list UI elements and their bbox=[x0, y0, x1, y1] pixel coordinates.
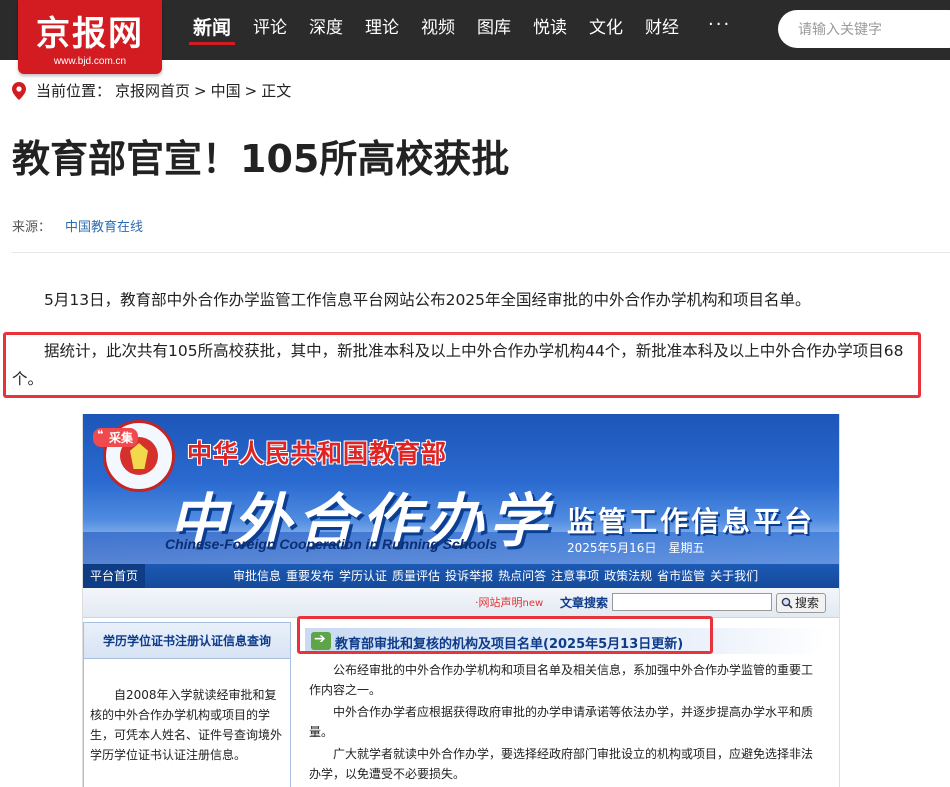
menu-item[interactable]: 重要发布 bbox=[286, 564, 334, 588]
nav-item-theory[interactable]: 理论 bbox=[365, 0, 399, 60]
menu-item[interactable]: 投诉举报 bbox=[445, 564, 493, 588]
logo-url: www.bjd.com.cn bbox=[53, 56, 127, 67]
breadcrumb-china-link[interactable]: 中国 bbox=[211, 80, 241, 101]
body-paragraph: 公布经审批的中外合作办学机构和项目名单及相关信息，系加强中外合作办学监管的重要工… bbox=[309, 663, 814, 697]
nav-more-icon[interactable]: ··· bbox=[708, 0, 731, 60]
menu-item[interactable]: 学历认证 bbox=[339, 564, 387, 588]
menu-item[interactable]: 热点问答 bbox=[498, 564, 546, 588]
nav-item-gallery[interactable]: 图库 bbox=[477, 0, 511, 60]
location-pin-icon bbox=[12, 81, 26, 100]
breadcrumb: 当前位置： 京报网首页 > 中国 > 正文 bbox=[12, 80, 295, 101]
menu-home-link[interactable]: 平台首页 bbox=[83, 564, 145, 588]
sidebar-title[interactable]: 学历学位证书注册认证信息查询 bbox=[84, 623, 290, 659]
main-nav: 新闻 评论 深度 理论 视频 图库 悦读 文化 财经 ··· bbox=[182, 0, 731, 60]
platform-menu: 平台首页 审批信息 重要发布 学历认证 质量评估 投诉举报 热点问答 注意事项 … bbox=[83, 564, 839, 588]
menu-items: 审批信息 重要发布 学历认证 质量评估 投诉举报 热点问答 注意事项 政策法规 … bbox=[233, 564, 763, 588]
nav-item-depth[interactable]: 深度 bbox=[309, 0, 343, 60]
banner-date: 2025年5月16日 星期五 bbox=[567, 541, 705, 555]
breadcrumb-home-link[interactable]: 京报网首页 bbox=[115, 80, 190, 101]
menu-item[interactable]: 政策法规 bbox=[604, 564, 652, 588]
menu-item[interactable]: 关于我们 bbox=[710, 564, 758, 588]
certificate-query-box: 学历学位证书注册认证信息查询 自2008年入学就读经审批和复核的中外合作办学机构… bbox=[83, 622, 291, 787]
menu-item[interactable]: 省市监管 bbox=[657, 564, 705, 588]
breadcrumb-current: 正文 bbox=[261, 82, 292, 100]
body-paragraph: 广大就学者就读中外合作办学，要选择经政府部门审批设立的机构或项目，应避免选择非法… bbox=[309, 747, 814, 781]
nav-item-news[interactable]: 新闻 bbox=[188, 0, 236, 60]
search-button-label: 搜索 bbox=[795, 596, 820, 610]
nav-item-reading[interactable]: 悦读 bbox=[533, 0, 567, 60]
platform-banner: 采集 中华人民共和国教育部 中外合作办学 Chinese-Foreign Coo… bbox=[83, 414, 839, 564]
site-statement-link[interactable]: ·网站声明new bbox=[475, 594, 543, 610]
search-icon bbox=[781, 597, 793, 609]
nav-item-comment[interactable]: 评论 bbox=[253, 0, 287, 60]
collect-badge[interactable]: 采集 bbox=[93, 428, 139, 447]
breadcrumb-prefix: 当前位置： bbox=[36, 82, 112, 100]
divider bbox=[12, 252, 950, 253]
sidebar-text: 自2008年入学就读经审批和复核的中外合作办学机构或项目的学生，可凭本人姓名、证… bbox=[90, 688, 283, 762]
menu-item[interactable]: 注意事项 bbox=[551, 564, 599, 588]
search-input[interactable] bbox=[778, 10, 950, 48]
article-search-input[interactable] bbox=[612, 593, 772, 611]
source-link[interactable]: 中国教育在线 bbox=[65, 220, 143, 235]
article-title: 教育部官宣！105所高校获批 bbox=[12, 137, 510, 181]
breadcrumb-separator: > bbox=[244, 81, 258, 100]
source-label: 来源： bbox=[12, 220, 52, 235]
banner-platform-title: 监管工作信息平台 bbox=[567, 505, 816, 538]
body-paragraph: 中外合作办学者应根据获得政府审批的办学申请承诺等依法办学，并逐步提高办学水平和质… bbox=[309, 705, 814, 739]
ministry-name: 中华人民共和国教育部 bbox=[187, 439, 448, 468]
statement-text: ·网站声明 bbox=[475, 596, 523, 609]
platform-toolbar: ·网站声明new 文章搜索 搜索 bbox=[83, 588, 839, 618]
nav-item-culture[interactable]: 文化 bbox=[589, 0, 623, 60]
article-search-label: 文章搜索 bbox=[560, 596, 609, 610]
nav-item-video[interactable]: 视频 bbox=[421, 0, 455, 60]
logo-text: 京报网 bbox=[36, 14, 144, 54]
nav-item-finance[interactable]: 财经 bbox=[645, 0, 679, 60]
section-highlight-box bbox=[297, 616, 713, 654]
article-paragraph-highlighted: 据统计，此次共有105所高校获批，其中，新批准本科及以上中外合作办学机构44个，… bbox=[12, 342, 904, 388]
article-source: 来源： 中国教育在线 bbox=[12, 216, 143, 235]
new-badge: new bbox=[522, 598, 544, 609]
banner-english-title: Chinese-Foreign Cooperation in Running S… bbox=[165, 536, 498, 552]
breadcrumb-separator: > bbox=[194, 81, 207, 100]
embedded-screenshot: 采集 中华人民共和国教育部 中外合作办学 Chinese-Foreign Coo… bbox=[82, 414, 840, 787]
article-paragraph: 5月13日，教育部中外合作办学监管工作信息平台网站公布2025年全国经审批的中外… bbox=[44, 291, 811, 309]
site-logo[interactable]: 京报网 www.bjd.com.cn bbox=[18, 0, 162, 74]
article-search-button[interactable]: 搜索 bbox=[776, 593, 826, 613]
menu-item[interactable]: 审批信息 bbox=[233, 564, 281, 588]
top-navbar: 京报网 www.bjd.com.cn 新闻 评论 深度 理论 视频 图库 悦读 … bbox=[0, 0, 950, 74]
menu-item[interactable]: 质量评估 bbox=[392, 564, 440, 588]
